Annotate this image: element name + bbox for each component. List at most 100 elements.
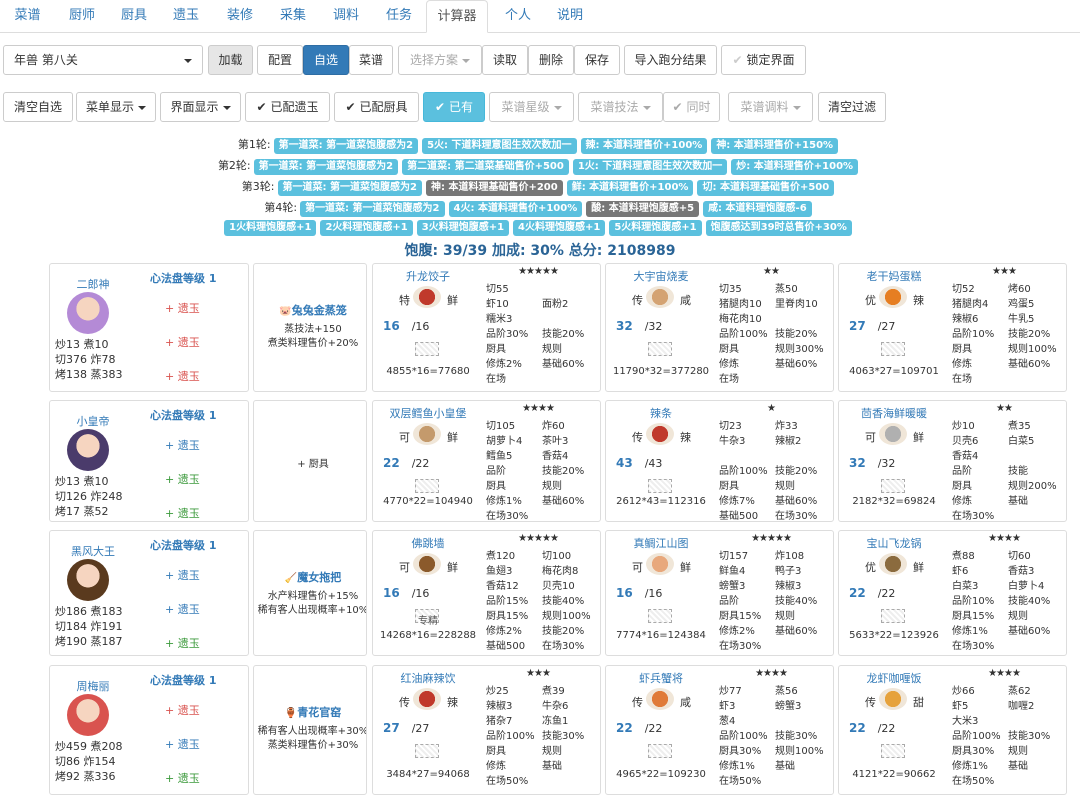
recipe-card[interactable]: 红油麻辣饮 ★★★ 传 辣 27/27 3484*27=94068 炒25 煮39 辣椒3 牛杂6… — [372, 665, 601, 795]
gem-slot[interactable]: + 遗玉 — [165, 770, 200, 786]
recipe-detail: 虾6 — [952, 566, 969, 577]
recipe-quantity[interactable]: 16/16 — [383, 586, 463, 600]
ui-show-dropdown[interactable]: 界面显示 — [160, 92, 241, 122]
tab-7[interactable]: 任务 — [372, 0, 426, 33]
lock-button[interactable]: ✔ 锁定界面 — [721, 45, 806, 75]
recipe-quantity[interactable]: 22/22 — [616, 721, 696, 735]
skill-plate-level[interactable]: 心法盘等级 1 — [150, 270, 216, 286]
skill-plate-level[interactable]: 心法盘等级 1 — [150, 672, 216, 688]
chef-name: 小皇帝 — [76, 415, 110, 428]
recipes-button[interactable]: 菜谱 — [349, 45, 393, 75]
rule-badge: 酸: 本道料理饱腹感+5 — [586, 201, 700, 217]
gem-slot[interactable]: + 遗玉 — [165, 702, 200, 718]
equip-card[interactable]: 🧹魔女拖把 水产料理售价+15% 稀有客人出现概率+10% — [253, 530, 367, 656]
tab-3[interactable]: 遗玉 — [158, 0, 214, 33]
clear-custom-button[interactable]: 清空自选 — [3, 92, 73, 122]
config-button[interactable]: 配置 — [257, 45, 303, 75]
recipe-star-dropdown[interactable]: 菜谱星级 — [489, 92, 574, 122]
gem-slot[interactable]: + 遗玉 — [165, 471, 200, 487]
skill-plate-level[interactable]: 心法盘等级 1 — [150, 407, 216, 423]
tab-8[interactable]: 计算器 — [426, 0, 488, 33]
recipe-card[interactable]: 龙虾咖喱饭 ★★★★ 传 甜 22/22 4121*22=90662 炒66 蒸62 虾5 咖喱2… — [838, 665, 1067, 795]
recipe-stars: ★★★ — [992, 266, 1017, 277]
load-button[interactable]: 加载 — [208, 45, 253, 75]
tab-2[interactable]: 厨具 — [109, 0, 159, 33]
recipe-stars: ★★★ — [526, 668, 551, 679]
equip-card[interactable]: + 厨具 — [253, 400, 367, 522]
recipe-quantity[interactable]: 32/32 — [616, 319, 696, 333]
recipe-quantity[interactable]: 27/27 — [849, 319, 929, 333]
recipe-detail: 牛杂3 — [719, 436, 746, 447]
recipe-card[interactable]: 大宇宙烧麦 ★★ 传 咸 32/32 11790*32=377280 切35 蒸50 猪腿肉10… — [605, 263, 834, 392]
recipe-quantity[interactable]: 43/43 — [616, 456, 696, 470]
tab-5[interactable]: 采集 — [266, 0, 320, 33]
have-toggle[interactable]: ✔ 已有 — [423, 92, 485, 122]
gem-slot[interactable]: + 遗玉 — [165, 437, 200, 453]
gem-slot[interactable]: + 遗玉 — [165, 635, 200, 651]
stage-select[interactable]: 年兽 第八关 — [3, 45, 203, 75]
equip-assigned-toggle[interactable]: ✔ 已配厨具 — [334, 92, 419, 122]
plan-select[interactable]: 选择方案 — [398, 45, 482, 75]
recipe-quantity[interactable]: 32/32 — [849, 456, 929, 470]
round-row: 第2轮: 第一道菜: 第一道菜饱腹感为2 第二道菜: 第二道菜基础售价+500 1火:… — [0, 157, 1080, 175]
save-button[interactable]: 保存 — [574, 45, 620, 75]
recipe-card[interactable]: 真鲷江山图 ★★★★★ 可 鲜 16/16 7774*16=124384 切157 炸108 鲜… — [605, 530, 834, 656]
recipe-quantity[interactable]: 16/16 — [616, 586, 696, 600]
recipe-stars: ★★★★ — [522, 403, 555, 414]
gem-slot[interactable]: + 遗玉 — [165, 601, 200, 617]
rule-badge: 辣: 本道料理售价+100% — [580, 138, 708, 154]
recipe-season-dropdown[interactable]: 菜谱调料 — [728, 92, 813, 122]
recipe-image — [646, 286, 674, 308]
import-button[interactable]: 导入跑分结果 — [624, 45, 717, 75]
recipe-card[interactable]: 辣条 ★ 传 辣 43/43 2612*43=112316 切23 炸33 牛杂3 辣椒2 品阶10… — [605, 400, 834, 522]
custom-button[interactable]: 自选 — [303, 45, 349, 75]
tab-4[interactable]: 装修 — [214, 0, 266, 33]
recipe-card[interactable]: 虾兵蟹将 ★★★★ 传 咸 22/22 4965*22=109230 炒77 蒸56 虾3 螃蟹3… — [605, 665, 834, 795]
tab-9[interactable]: 个人 — [494, 0, 542, 33]
chef-card[interactable]: 黑风大王 炒186 煮183 切184 炸191 烤190 蒸187 心法盘等级 1 + … — [49, 530, 249, 656]
recipe-card[interactable]: 宝山飞龙锅 ★★★★ 优 鲜 22/22 5633*22=123926 煮88 切60 虾6 香菇… — [838, 530, 1067, 656]
recipe-quantity[interactable]: 22/22 — [849, 721, 929, 735]
tab-10[interactable]: 说明 — [544, 0, 596, 33]
gem-slot[interactable]: + 遗玉 — [165, 368, 200, 384]
chef-card[interactable]: 二郎神 炒13 煮10 切376 炸78 烤138 蒸383 心法盘等级 1 + 遗玉 + … — [49, 263, 249, 392]
equip-card[interactable]: 🐷兔兔金蒸笼 蒸技法+150 煮类料理售价+20% — [253, 263, 367, 392]
tab-0[interactable]: 菜谱 — [0, 0, 55, 33]
recipe-quantity[interactable]: 27/27 — [383, 721, 463, 735]
recipe-skill-dropdown[interactable]: 菜谱技法 — [578, 92, 663, 122]
delete-button[interactable]: 删除 — [528, 45, 574, 75]
tab-6[interactable]: 调料 — [320, 0, 372, 33]
equip-card[interactable]: 🏺青花官窑 稀有客人出现概率+30% 蒸类料理售价+30% — [253, 665, 367, 795]
gem-slot[interactable]: + 遗玉 — [165, 334, 200, 350]
gem-slot[interactable]: + 遗玉 — [165, 736, 200, 752]
recipe-card[interactable]: 佛跳墙 ★★★★★ 可 鲜 16/16 专精 14268*16=228288 煮120 切100… — [372, 530, 601, 656]
chef-card[interactable]: 小皇帝 炒13 煮10 切126 炸248 烤17 蒸52 心法盘等级 1 + 遗玉 + 遗… — [49, 400, 249, 522]
gem-slot[interactable]: + 遗玉 — [165, 567, 200, 583]
gem-slot[interactable]: + 遗玉 — [165, 300, 200, 316]
clear-filter-button[interactable]: 清空过滤 — [818, 92, 886, 122]
recipe-quantity[interactable]: 22/22 — [383, 456, 463, 470]
recipe-card[interactable]: 升龙饺子 ★★★★★ 特 鲜 16/16 4855*16=77680 切55 虾10 面粉2 糯米… — [372, 263, 601, 392]
recipe-detail: 切157 — [719, 551, 749, 562]
gem-slot[interactable]: + 遗玉 — [165, 505, 200, 521]
recipe-detail: 白萝卜4 — [1008, 581, 1045, 592]
recipe-quantity[interactable]: 22/22 — [849, 586, 929, 600]
recipe-quantity[interactable]: 16/16 — [383, 319, 463, 333]
chef-stat: 烤190 蒸187 — [55, 635, 123, 648]
chef-stat: 切376 炸78 — [55, 353, 116, 366]
chef-card[interactable]: 周梅丽 炒459 煮208 切86 炸154 烤92 蒸336 心法盘等级 1 + 遗玉 +… — [49, 665, 249, 795]
recipe-detail: 修炼2% — [486, 359, 522, 370]
menu-show-dropdown[interactable]: 菜单显示 — [76, 92, 156, 122]
skill-plate-level[interactable]: 心法盘等级 1 — [150, 537, 216, 553]
recipe-card[interactable]: 老干妈蛋糕 ★★★ 优 辣 27/27 4063*27=109701 切52 烤60 猪腿肉4 鸡… — [838, 263, 1067, 392]
tab-1[interactable]: 厨师 — [55, 0, 109, 33]
read-button[interactable]: 读取 — [482, 45, 528, 75]
gem-assigned-toggle[interactable]: ✔ 已配遗玉 — [245, 92, 330, 122]
recipe-detail: 煮88 — [952, 551, 975, 562]
rule-badge: 切: 本道料理基础售价+500 — [697, 180, 835, 196]
recipe-quantity-max: /27 — [411, 722, 430, 735]
recipe-card[interactable]: 双层鳕鱼小皇堡 ★★★★ 可 鲜 22/22 4770*22=104940 切105 炸60 胡… — [372, 400, 601, 522]
recipe-card[interactable]: 茴香海鲜暖暖 ★★ 可 鲜 32/32 2182*32=69824 炒10 煮35 贝壳6 白菜5… — [838, 400, 1067, 522]
recipe-detail: 厨具30% — [952, 746, 995, 757]
same-toggle[interactable]: ✔ 同时 — [663, 92, 720, 122]
